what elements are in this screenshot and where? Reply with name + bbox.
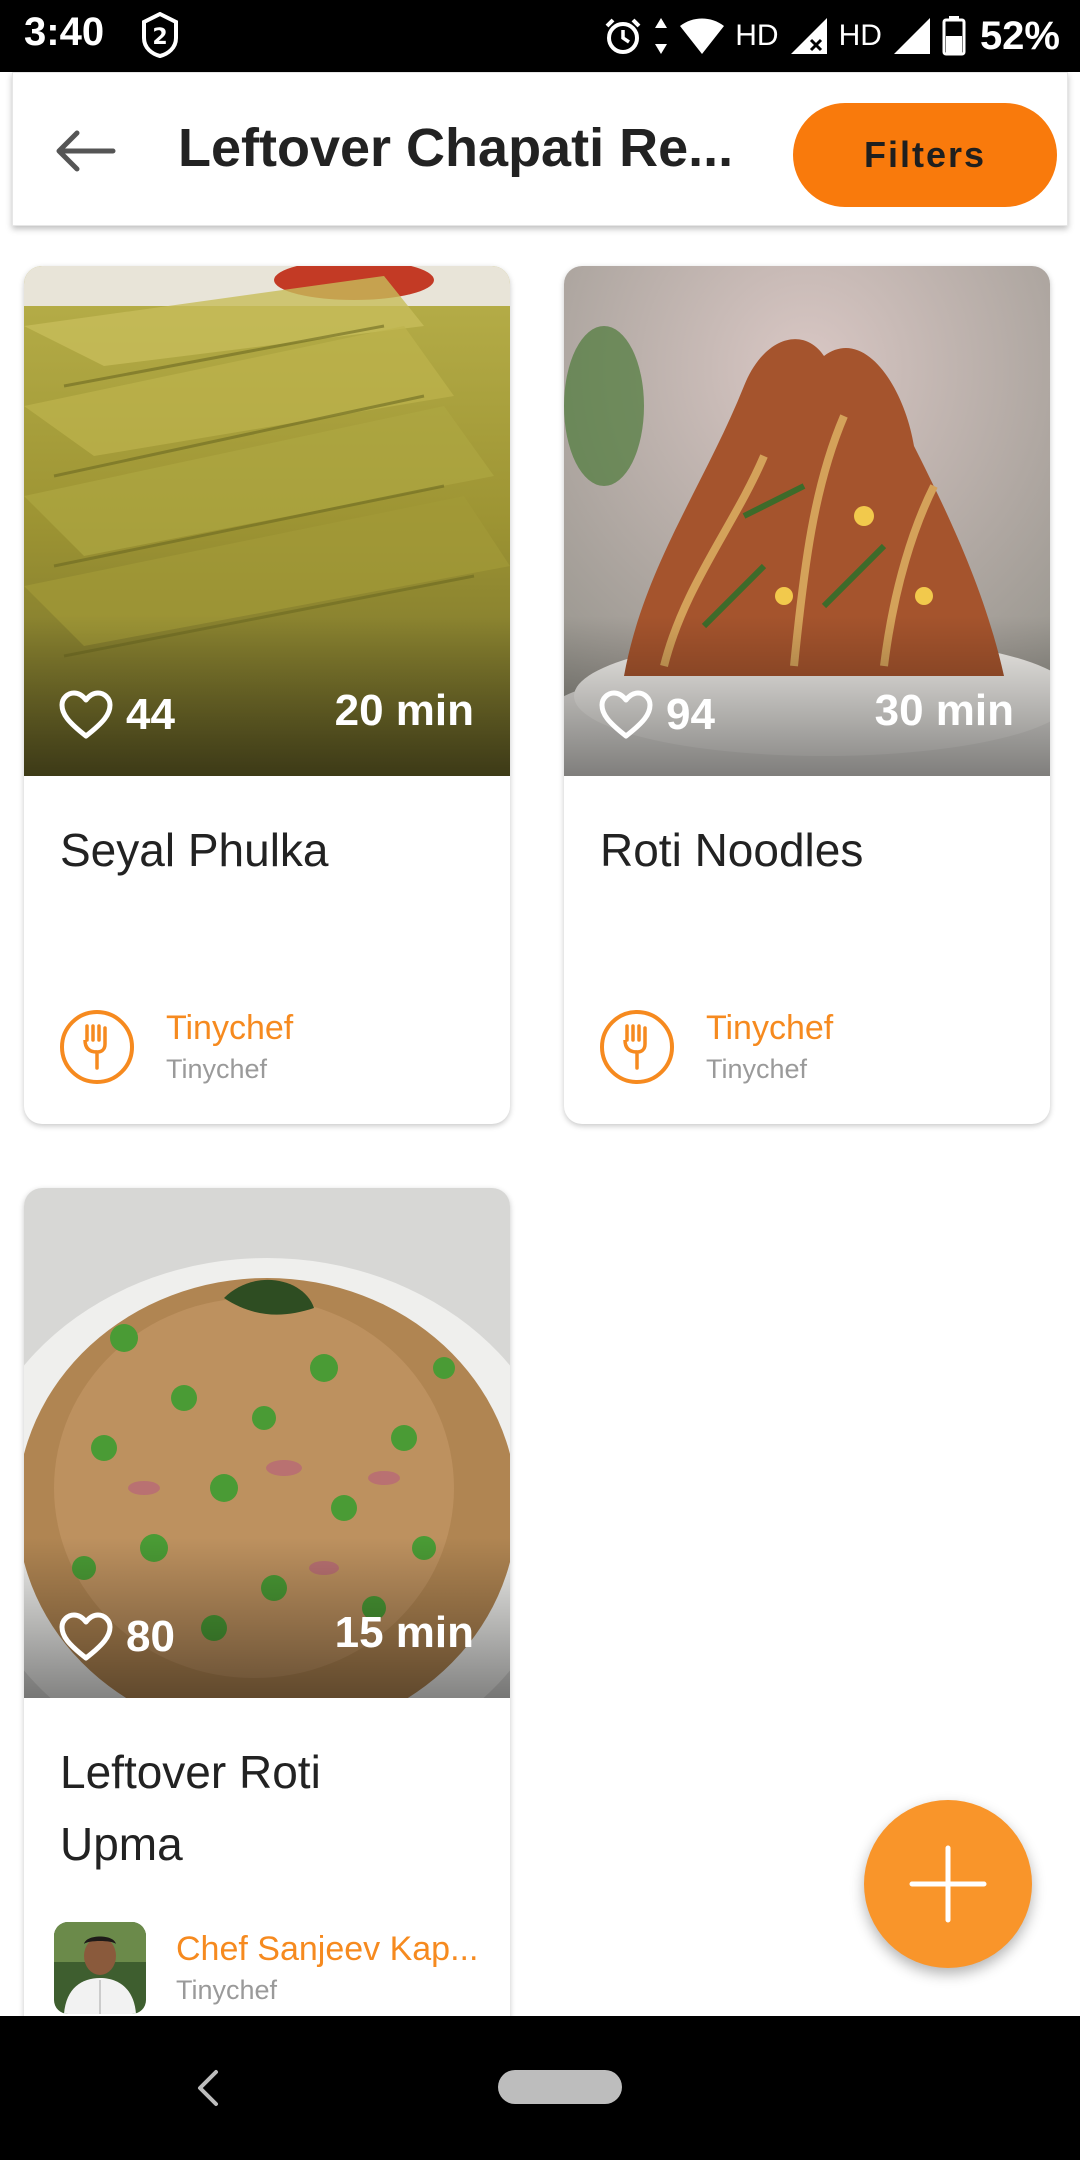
network-label: HD <box>735 19 779 52</box>
back-button[interactable] <box>37 113 133 189</box>
recipe-card[interactable]: 44 20 min Seyal Phulka Tinychef Tinychef <box>24 266 510 1124</box>
heart-icon <box>59 1612 113 1661</box>
author-name: Chef Sanjeev Kap... <box>176 1930 479 1968</box>
signal-icon <box>893 18 930 54</box>
recipe-image: 80 15 min <box>24 1188 510 1698</box>
battery-percent: 52% <box>979 13 1060 58</box>
status-bar: 3:40 2 HD HD 52% <box>0 0 1080 72</box>
author-name: Tinychef <box>706 1009 834 1047</box>
battery-icon <box>942 16 966 56</box>
recipe-card[interactable]: 94 30 min Roti Noodles Tinychef Tinychef <box>564 266 1050 1124</box>
wifi-icon <box>680 18 725 54</box>
status-time: 3:40 <box>24 10 105 54</box>
author-subtitle: Tinychef <box>706 1054 808 1084</box>
likes-count: 44 <box>126 690 175 739</box>
app-bar: Leftover Chapati Re... Filters <box>12 72 1068 226</box>
recipe-title: Leftover Roti Upma <box>60 1746 321 1870</box>
recipe-image: 44 20 min <box>24 266 510 776</box>
cook-duration: 30 min <box>874 686 1014 735</box>
chef-avatar <box>54 1922 146 2014</box>
plus-icon <box>909 1845 987 1923</box>
likes-count: 94 <box>666 690 715 739</box>
page-title: Leftover Chapati Re... <box>178 118 734 178</box>
filters-button[interactable]: Filters <box>793 103 1057 207</box>
nav-home-button[interactable] <box>498 2070 622 2104</box>
recipe-title: Roti Noodles <box>600 824 864 876</box>
system-nav-bar <box>0 2016 1080 2160</box>
signal-icon <box>790 18 827 54</box>
recipe-author[interactable]: Tinychef Tinychef <box>600 1006 833 1088</box>
recipe-author[interactable]: Tinychef Tinychef <box>60 1006 293 1088</box>
network-label: HD <box>838 19 882 52</box>
heart-icon <box>59 690 113 739</box>
author-subtitle: Tinychef <box>166 1054 268 1084</box>
author-text: Tinychef Tinychef <box>166 1006 293 1088</box>
alarm-icon <box>605 18 641 54</box>
fork-hand-icon <box>60 1010 134 1084</box>
notification-count: 2 <box>152 25 167 50</box>
cook-duration: 15 min <box>334 1608 474 1657</box>
recipe-author[interactable]: Chef Sanjeev Kap... Tinychef <box>54 1922 478 2014</box>
data-arrows-icon <box>655 18 668 54</box>
author-text: Tinychef Tinychef <box>706 1006 833 1088</box>
chevron-left-icon <box>198 2070 218 2106</box>
cook-duration: 20 min <box>334 686 474 735</box>
author-subtitle: Tinychef <box>176 1975 278 2005</box>
recipe-title: Seyal Phulka <box>60 824 329 876</box>
likes-count: 80 <box>126 1612 175 1661</box>
status-icons: HD HD 52% <box>603 8 1060 64</box>
author-name: Tinychef <box>166 1009 294 1047</box>
nav-back-button[interactable] <box>190 2066 226 2115</box>
author-text: Chef Sanjeev Kap... Tinychef <box>176 1927 478 2009</box>
likes-counter[interactable]: 94 <box>598 690 715 740</box>
fork-hand-icon <box>600 1010 674 1084</box>
recipe-image: 94 30 min <box>564 266 1050 776</box>
recipe-card[interactable]: 80 15 min Leftover Roti Upma Chef Sanjee… <box>24 1188 510 2068</box>
arrow-left-icon <box>56 130 116 172</box>
add-recipe-button[interactable] <box>864 1800 1032 1968</box>
likes-counter[interactable]: 44 <box>58 690 175 740</box>
heart-icon <box>599 690 653 739</box>
likes-counter[interactable]: 80 <box>58 1612 175 1662</box>
notification-badge-icon: 2 <box>140 11 180 59</box>
